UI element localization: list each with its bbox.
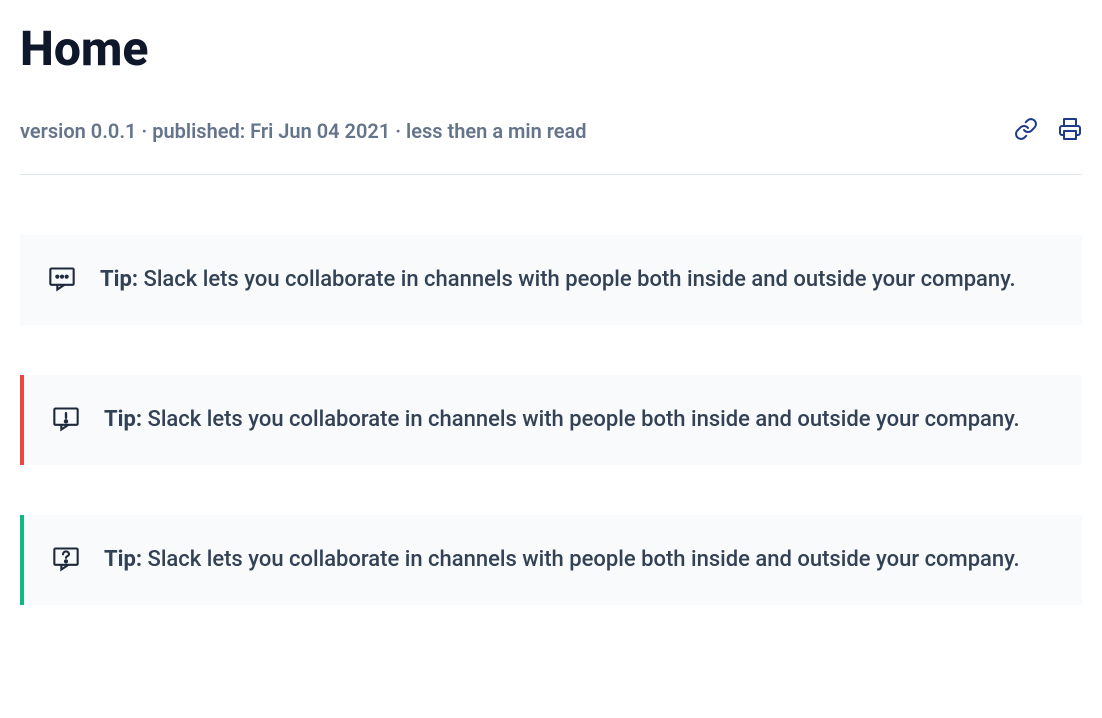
meta-actions (1014, 117, 1082, 144)
alert-icon (52, 405, 80, 433)
copy-link-button[interactable] (1014, 117, 1038, 144)
question-icon (52, 545, 80, 573)
callout-label: Tip: (104, 407, 142, 432)
callout-body: Slack lets you collaborate in channels w… (142, 407, 1020, 432)
callout-info: Tip: Slack lets you collaborate in chann… (20, 235, 1082, 325)
callout-text: Tip: Slack lets you collaborate in chann… (100, 263, 1016, 297)
callout-body: Slack lets you collaborate in channels w… (138, 267, 1016, 292)
callout-warning: Tip: Slack lets you collaborate in chann… (20, 375, 1082, 465)
callout-label: Tip: (100, 267, 138, 292)
link-icon (1014, 117, 1038, 144)
meta-row: version 0.0.1 · published: Fri Jun 04 20… (20, 117, 1082, 144)
message-icon (48, 265, 76, 293)
callout-help: Tip: Slack lets you collaborate in chann… (20, 515, 1082, 605)
meta-text: version 0.0.1 · published: Fri Jun 04 20… (20, 119, 587, 143)
print-icon (1058, 117, 1082, 144)
callout-text: Tip: Slack lets you collaborate in chann… (104, 543, 1020, 577)
callout-body: Slack lets you collaborate in channels w… (142, 547, 1020, 572)
print-button[interactable] (1058, 117, 1082, 144)
callout-text: Tip: Slack lets you collaborate in chann… (104, 403, 1020, 437)
divider (20, 174, 1082, 175)
callout-label: Tip: (104, 547, 142, 572)
page-title: Home (20, 20, 1082, 77)
